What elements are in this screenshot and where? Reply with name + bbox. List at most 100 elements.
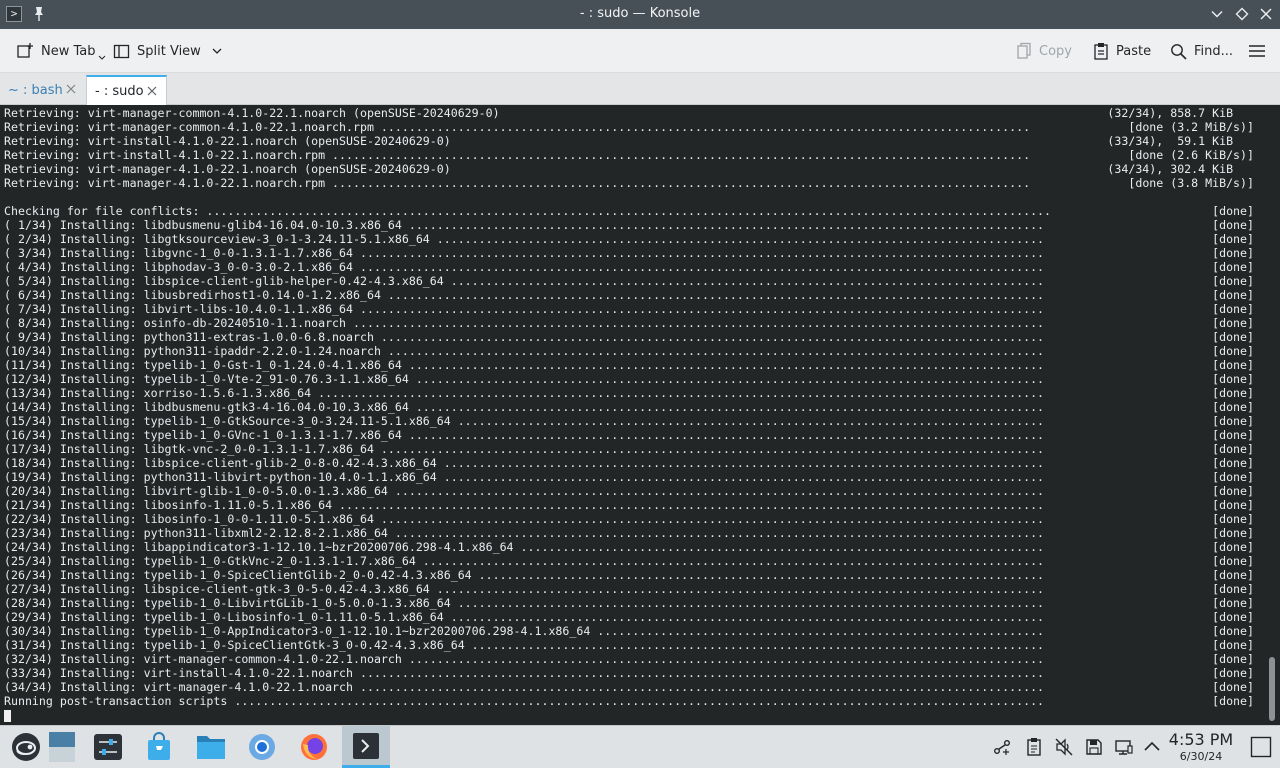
opensuse-icon <box>12 733 40 761</box>
hamburger-menu-button[interactable] <box>1249 29 1272 73</box>
terminal-line-text: (24/34) Installing: libappindicator3-1-1… <box>4 540 1045 554</box>
terminal-line: ( 7/34) Installing: libvirt-libs-10.4.0-… <box>4 302 1260 316</box>
terminal-line-status: [done] <box>1212 442 1254 456</box>
terminal-line-status: [done] <box>1212 568 1254 582</box>
volume-muted-icon <box>1055 738 1073 756</box>
terminal-line: (32/34) Installing: virt-manager-common-… <box>4 652 1260 666</box>
minimize-button[interactable] <box>1210 7 1224 21</box>
terminal-line: (17/34) Installing: libgtk-vnc-2_0-0-1.3… <box>4 442 1260 456</box>
save-disk-icon <box>1086 739 1102 755</box>
terminal-line-status: [done] <box>1212 260 1254 274</box>
display-tray-button[interactable] <box>1114 737 1134 757</box>
terminal-line-status: [done] <box>1212 274 1254 288</box>
terminal-line: Retrieving: virt-manager-common-4.1.0-22… <box>4 106 1260 120</box>
terminal-line: ( 3/34) Installing: libgvnc-1_0-0-1.3.1-… <box>4 246 1260 260</box>
konsole-taskbar-button[interactable] <box>342 726 390 768</box>
copy-label: Copy <box>1039 43 1072 59</box>
terminal-line-status: [done] <box>1212 624 1254 638</box>
system-settings-button[interactable] <box>84 726 132 768</box>
paste-icon <box>1094 43 1108 60</box>
store-icon <box>148 732 170 760</box>
terminal-line-text: Retrieving: virt-manager-common-4.1.0-22… <box>4 106 500 120</box>
clock-date[interactable]: 6/30/24 <box>1166 750 1236 763</box>
discover-button[interactable] <box>135 726 183 768</box>
volume-tray-button[interactable] <box>1054 737 1074 757</box>
desktop-overview-icon <box>1250 736 1272 758</box>
show-desktop-tray-button[interactable] <box>1250 736 1272 758</box>
chromium-button[interactable] <box>238 726 286 768</box>
search-icon <box>1171 43 1187 60</box>
paste-button[interactable]: Paste <box>1093 29 1151 73</box>
terminal-line-status: (32/34), 858.7 KiB <box>1107 106 1254 120</box>
scrollbar-thumb[interactable] <box>1269 657 1275 721</box>
terminal-line-status: [done] <box>1212 344 1254 358</box>
terminal-line-text: ( 4/34) Installing: libphodav-3_0-0-3.0-… <box>4 260 1045 274</box>
terminal-line-text: (25/34) Installing: typelib-1_0-GtkVnc-2… <box>4 554 1045 568</box>
tab-bash[interactable]: ~ : bash <box>0 75 85 105</box>
terminal-line-text: ( 1/34) Installing: libdbusmenu-glib4-16… <box>4 218 1045 232</box>
terminal-icon <box>353 732 379 759</box>
terminal-line-text: ( 9/34) Installing: python311-extras-1.0… <box>4 330 1045 344</box>
terminal-line-text: (10/34) Installing: python311-ipaddr-2.2… <box>4 344 1045 358</box>
disk-tray-button[interactable] <box>1084 737 1104 757</box>
terminal-line-status: [done] <box>1212 694 1254 708</box>
terminal-line-text: ( 2/34) Installing: libgtksourceview-3_0… <box>4 232 1045 246</box>
terminal-line-status: [done] <box>1212 582 1254 596</box>
terminal-line: Retrieving: virt-install-4.1.0-22.1.noar… <box>4 134 1260 148</box>
terminal-line-text: (21/34) Installing: libosinfo-1.11.0-5.1… <box>4 498 1045 512</box>
terminal-line-status: [done] <box>1212 638 1254 652</box>
terminal-line-text: (18/34) Installing: libspice-client-glib… <box>4 456 1045 470</box>
network-tray-button[interactable] <box>992 737 1012 757</box>
terminal-line-text: (34/34) Installing: virt-manager-4.1.0-2… <box>4 680 1045 694</box>
maximize-button[interactable] <box>1235 7 1249 21</box>
window-titlebar[interactable]: > - : sudo — Konsole <box>0 0 1280 29</box>
clock-time[interactable]: 4:53 PM <box>1166 730 1236 749</box>
terminal-line: ( 4/34) Installing: libphodav-3_0-0-3.0-… <box>4 260 1260 274</box>
split-view-button[interactable]: Split View <box>113 29 230 73</box>
terminal-line: (33/34) Installing: virt-install-4.1.0-2… <box>4 666 1260 680</box>
clipboard-tray-button[interactable] <box>1024 737 1044 757</box>
terminal-line-status: [done] <box>1212 512 1254 526</box>
chevron-down-icon <box>1211 10 1223 18</box>
terminal-line: (31/34) Installing: typelib-1_0-SpiceCli… <box>4 638 1260 652</box>
terminal-output: Retrieving: virt-manager-common-4.1.0-22… <box>4 106 1260 708</box>
terminal-line-text: (15/34) Installing: typelib-1_0-GtkSourc… <box>4 414 1045 428</box>
terminal-line: (23/34) Installing: python311-libxml2-2.… <box>4 526 1260 540</box>
close-tab-icon[interactable] <box>147 86 157 96</box>
terminal-line: Checking for file conflicts: ...........… <box>4 204 1260 218</box>
terminal-line-status: [done] <box>1212 596 1254 610</box>
terminal-line-text: Retrieving: virt-install-4.1.0-22.1.noar… <box>4 148 1031 162</box>
terminal-scrollbar[interactable] <box>1264 105 1280 725</box>
tab-sudo[interactable]: - : sudo <box>86 75 167 105</box>
terminal-line-status: [done] <box>1212 316 1254 330</box>
show-hidden-tray-button[interactable] <box>1142 737 1162 757</box>
copy-button[interactable]: Copy <box>1016 29 1072 73</box>
new-tab-button[interactable]: New Tab <box>16 29 106 73</box>
clipboard-icon <box>1027 738 1041 756</box>
close-tab-icon[interactable] <box>66 84 76 94</box>
terminal-line-status: [done] <box>1212 358 1254 372</box>
firefox-button[interactable] <box>290 726 338 768</box>
window-title: - : sudo — Konsole <box>579 6 701 21</box>
terminal-line-status: [done] <box>1212 680 1254 694</box>
terminal-line-status: (33/34), 59.1 KiB <box>1107 134 1254 148</box>
settings-icon <box>94 734 122 760</box>
terminal-line-text: Retrieving: virt-manager-common-4.1.0-22… <box>4 120 1031 134</box>
terminal-line: Retrieving: virt-manager-common-4.1.0-22… <box>4 120 1260 134</box>
terminal-line-status: (34/34), 302.4 KiB <box>1107 162 1254 176</box>
show-desktop-button[interactable] <box>40 726 84 768</box>
terminal-view[interactable]: Retrieving: virt-manager-common-4.1.0-22… <box>0 105 1280 725</box>
terminal-line: (14/34) Installing: libdbusmenu-gtk3-4-1… <box>4 400 1260 414</box>
close-window-button[interactable] <box>1259 7 1273 21</box>
terminal-line: (25/34) Installing: typelib-1_0-GtkVnc-2… <box>4 554 1260 568</box>
terminal-line-text: Checking for file conflicts: ...........… <box>4 204 1052 218</box>
terminal-line-status: [done] <box>1212 246 1254 260</box>
terminal-line: (15/34) Installing: typelib-1_0-GtkSourc… <box>4 414 1260 428</box>
terminal-line: ( 9/34) Installing: python311-extras-1.0… <box>4 330 1260 344</box>
terminal-line: ( 1/34) Installing: libdbusmenu-glib4-16… <box>4 218 1260 232</box>
terminal-line: ( 6/34) Installing: libusbredirhost1-0.1… <box>4 288 1260 302</box>
dolphin-button[interactable] <box>187 726 235 768</box>
close-icon <box>1260 8 1272 20</box>
find-button[interactable]: Find... <box>1170 29 1233 73</box>
terminal-line-status: [done] <box>1212 456 1254 470</box>
